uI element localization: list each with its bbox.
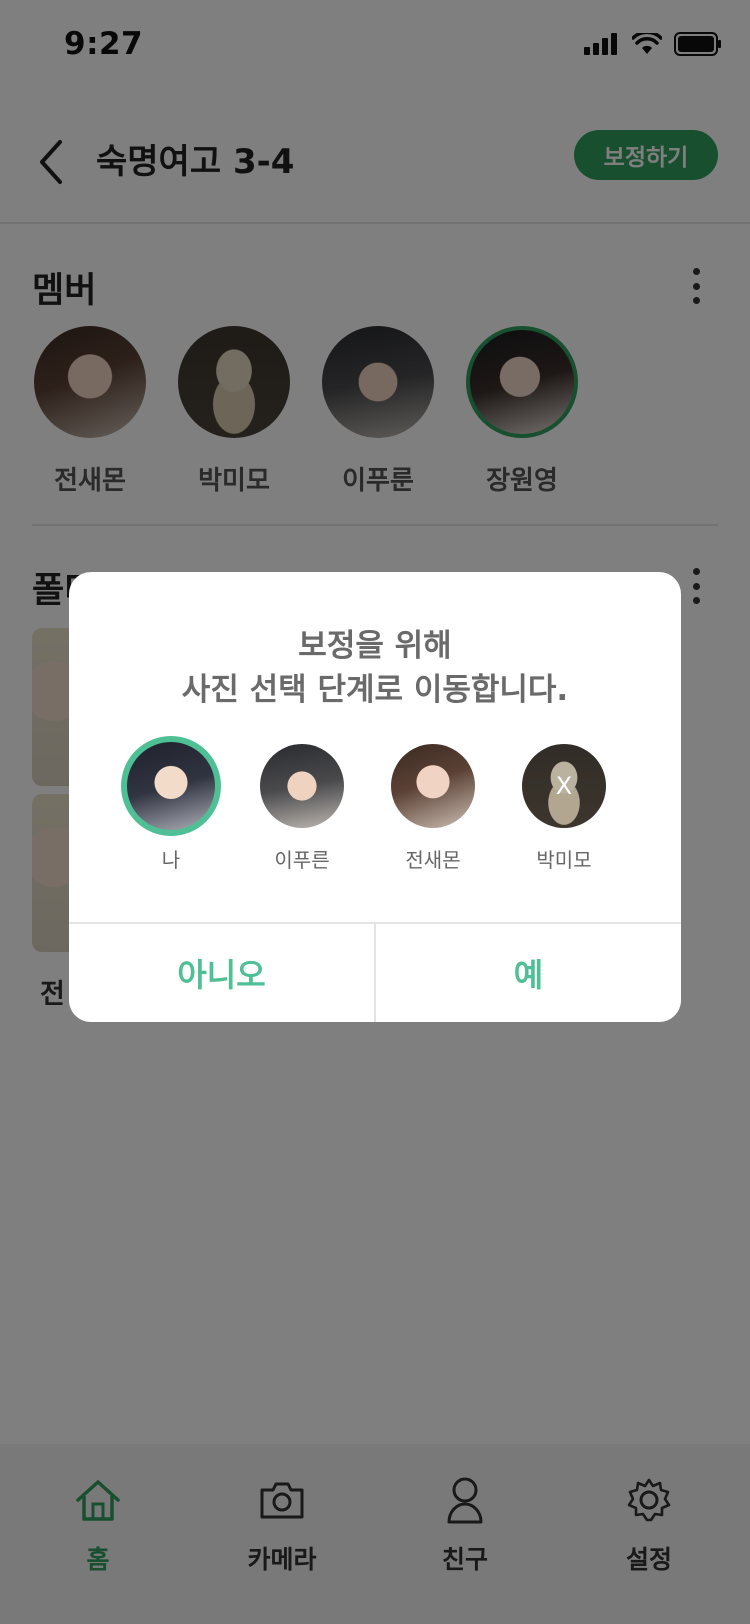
dialog-title: 보정을 위해 사진 선택 단계로 이동합니다.	[69, 624, 681, 712]
person-item[interactable]: 전새몬	[383, 744, 483, 873]
confirm-dialog: 보정을 위해 사진 선택 단계로 이동합니다. 나 이푸른 전새몬 X 박미모 …	[69, 572, 681, 1022]
remove-icon[interactable]: X	[522, 744, 606, 828]
person-item-removed[interactable]: X 박미모	[514, 744, 614, 873]
person-name: 박미모	[536, 848, 592, 872]
person-item[interactable]: 이푸른	[252, 744, 352, 873]
person-me[interactable]: 나	[121, 736, 221, 873]
avatar	[260, 744, 344, 828]
avatar: X	[522, 744, 606, 828]
person-name: 나	[161, 848, 181, 872]
person-name: 전새몬	[405, 848, 461, 872]
no-button[interactable]: 아니오	[69, 924, 374, 1022]
dialog-title-line1: 보정을 위해	[298, 628, 452, 664]
avatar	[121, 736, 221, 836]
person-name: 이푸른	[274, 848, 330, 872]
selected-people: 나 이푸른 전새몬 X 박미모	[121, 736, 651, 884]
dialog-title-line2: 사진 선택 단계로 이동합니다.	[181, 672, 569, 708]
avatar	[391, 744, 475, 828]
yes-button[interactable]: 예	[376, 924, 681, 1022]
